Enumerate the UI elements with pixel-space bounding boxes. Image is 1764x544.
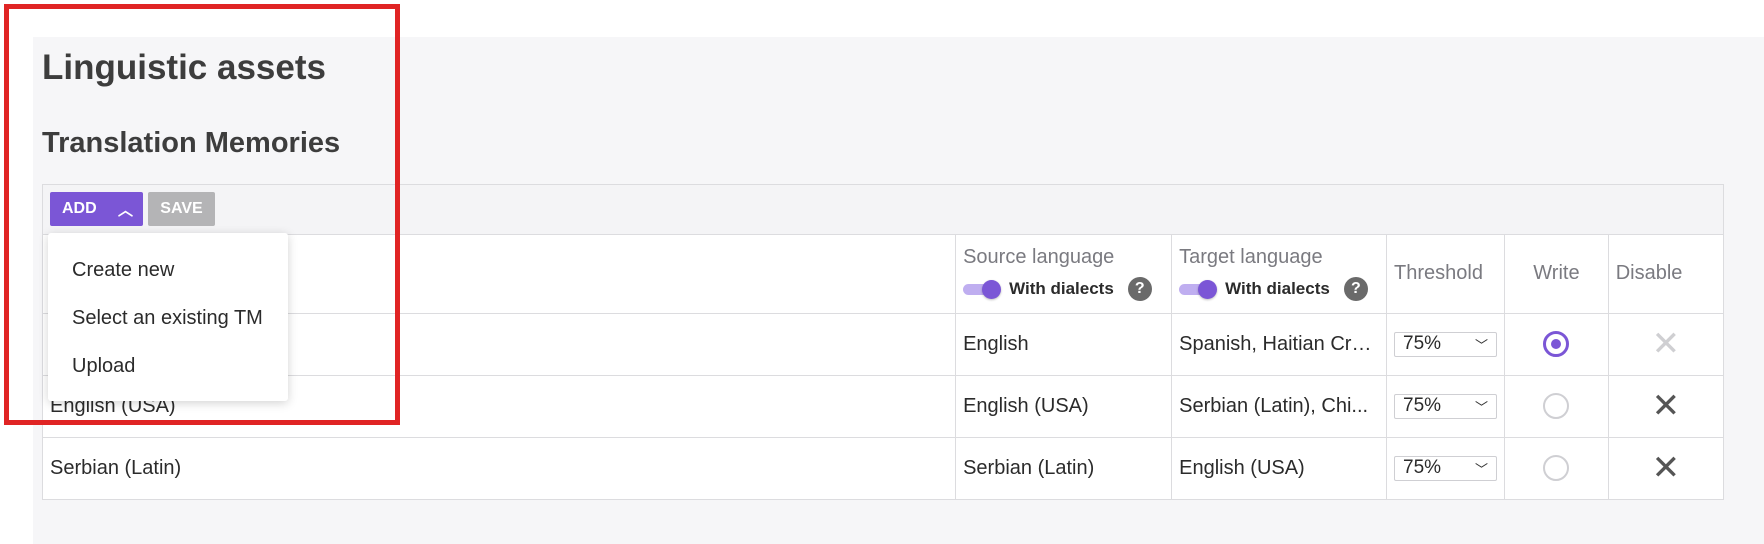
menu-item-upload[interactable]: Upload — [72, 355, 135, 378]
target-dialects-label: With dialects — [1225, 279, 1330, 299]
help-icon[interactable]: ? — [1343, 277, 1368, 302]
add-dropdown-menu: Create new Select an existing TM Upload — [48, 233, 288, 401]
write-radio[interactable] — [1543, 393, 1570, 419]
threshold-cell: 75% ﹀ — [1386, 375, 1506, 438]
write-header: Write — [1504, 235, 1609, 314]
disable-cell: ✕ — [1608, 437, 1723, 499]
disable-cell: ✕ — [1608, 313, 1723, 376]
threshold-value: 75% — [1403, 333, 1442, 354]
source-language-cell: Serbian (Latin) — [955, 437, 1173, 499]
chevron-down-icon: ﹀ — [1475, 337, 1489, 353]
table-row: English (USA) English (USA) Serbian (Lat… — [43, 375, 1723, 438]
page-title: Linguistic assets — [42, 48, 326, 87]
target-language-cell: English (USA) — [1171, 437, 1388, 499]
section-title: Translation Memories — [42, 127, 341, 159]
chevron-up-icon: ︿ — [117, 202, 133, 219]
disable-header: Disable — [1608, 235, 1723, 314]
threshold-select[interactable]: 75% ﹀ — [1394, 393, 1498, 419]
source-dialects-toggle[interactable] — [963, 280, 1002, 300]
table-header-row: Source language With dialects ? Target l… — [43, 235, 1723, 314]
threshold-value: 75% — [1403, 457, 1442, 479]
source-dialects-label: With dialects — [1009, 279, 1114, 299]
save-button[interactable]: SAVE — [148, 192, 215, 226]
write-radio[interactable] — [1543, 455, 1570, 482]
threshold-select[interactable]: 75% ﹀ — [1394, 331, 1498, 357]
source-language-cell: English (USA) — [955, 375, 1173, 438]
target-language-cell: Spanish, Haitian Cre... — [1171, 313, 1388, 376]
threshold-cell: 75% ﹀ — [1386, 437, 1506, 499]
table-row: English Spanish, Haitian Cre... 75% ﹀ ✕ — [43, 313, 1723, 376]
write-cell — [1504, 375, 1609, 438]
disable-cell: ✕ — [1608, 375, 1723, 438]
target-language-header: Target language With dialects ? — [1171, 235, 1388, 314]
chevron-down-icon: ﹀ — [1475, 399, 1489, 415]
target-language-label: Target language — [1179, 246, 1323, 269]
close-icon[interactable]: ✕ — [1652, 451, 1681, 485]
add-button[interactable]: ADD ︿ — [50, 192, 143, 226]
menu-item-create-new[interactable]: Create new — [72, 259, 174, 282]
source-language-cell: English — [955, 313, 1173, 376]
help-icon[interactable]: ? — [1127, 277, 1152, 302]
write-cell — [1504, 313, 1609, 376]
threshold-header: Threshold — [1386, 235, 1506, 314]
threshold-cell: 75% ﹀ — [1386, 313, 1506, 376]
target-dialects-toggle[interactable] — [1179, 280, 1218, 300]
source-language-header: Source language With dialects ? — [955, 235, 1173, 314]
add-button-label: ADD — [62, 200, 97, 217]
target-language-cell: Serbian (Latin), Chi... — [1171, 375, 1388, 438]
table-toolbar: ADD ︿ SAVE — [43, 185, 1723, 235]
threshold-value: 75% — [1403, 395, 1442, 416]
menu-item-select-existing-tm[interactable]: Select an existing TM — [72, 307, 263, 330]
source-language-label: Source language — [963, 246, 1115, 269]
chevron-down-icon: ﹀ — [1475, 461, 1489, 477]
threshold-select[interactable]: 75% ﹀ — [1394, 455, 1498, 481]
table-row: Serbian (Latin) Serbian (Latin) English … — [43, 437, 1723, 499]
close-icon[interactable]: ✕ — [1652, 389, 1681, 423]
write-radio-selected[interactable] — [1543, 331, 1570, 357]
write-cell — [1504, 437, 1609, 499]
translation-memories-table: ADD ︿ SAVE Source language With dialects… — [42, 184, 1724, 500]
tm-name-cell: Serbian (Latin) — [43, 437, 957, 499]
close-icon[interactable]: ✕ — [1652, 327, 1681, 361]
